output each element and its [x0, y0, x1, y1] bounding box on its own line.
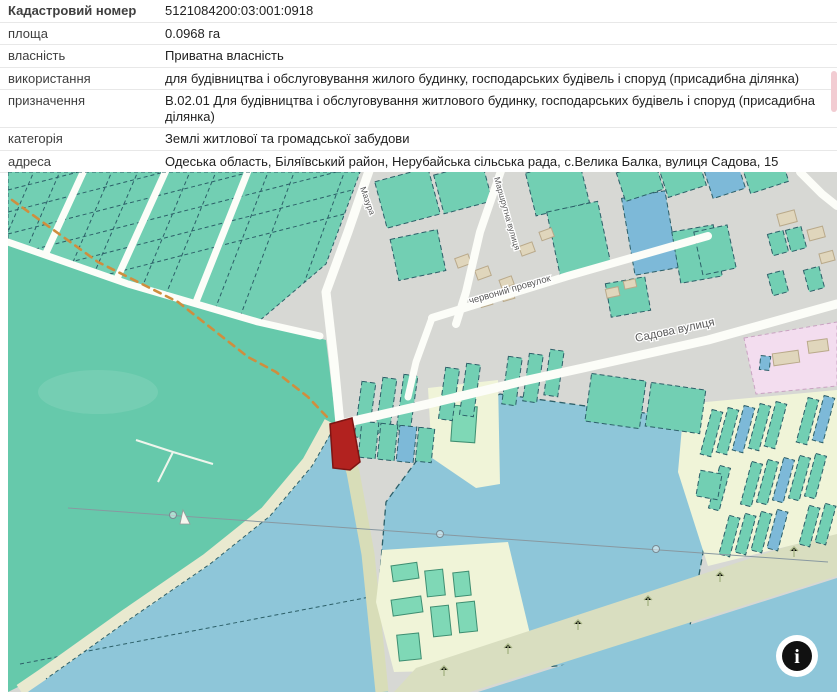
- row-value: 5121084200:03:001:0918: [165, 3, 314, 18]
- row-label: Кадастровий номер: [8, 3, 137, 18]
- table-row: використання для будівництва і обслугову…: [0, 68, 837, 90]
- cadastral-page: Кадастровий номер 5121084200:03:001:0918…: [0, 0, 837, 700]
- row-value: для будівництва і обслуговування жилого …: [165, 70, 800, 86]
- cadastral-map[interactable]: Мазура Маршрутна вулиця червоний провуло…: [8, 172, 837, 692]
- info-button[interactable]: i: [776, 635, 818, 677]
- row-value: Одеська область, Біляївський район, Неру…: [165, 153, 779, 169]
- row-label: категорія: [8, 131, 63, 146]
- parcels-east-of-selected: [357, 420, 436, 464]
- park-clearing: [38, 370, 158, 414]
- info-icon: i: [794, 646, 800, 668]
- row-value: Приватна власність: [165, 48, 284, 63]
- scrollbar-thumb[interactable]: [831, 71, 837, 112]
- row-value: В.02.01 Для будівництва і обслуговування…: [165, 93, 816, 124]
- map-canvas[interactable]: Мазура Маршрутна вулиця червоний провуло…: [8, 172, 837, 692]
- table-row: категорія Землі житлової та громадської …: [0, 128, 837, 151]
- table-row: призначення В.02.01 Для будівництва і об…: [0, 90, 837, 128]
- row-label: адреса: [8, 153, 52, 169]
- parcel-info-table: Кадастровий номер 5121084200:03:001:0918…: [0, 0, 837, 173]
- row-label: площа: [8, 25, 48, 41]
- table-row: Кадастровий номер 5121084200:03:001:0918: [0, 0, 837, 23]
- row-label: використання: [8, 70, 91, 86]
- table-row: площа 0.0968 га: [0, 23, 837, 45]
- table-row: адреса Одеська область, Біляївський райо…: [0, 151, 837, 173]
- table-row: власність Приватна власність: [0, 45, 837, 68]
- row-value: 0.0968 га: [165, 25, 221, 41]
- row-label: власність: [8, 48, 66, 63]
- row-value: Землі житлової та громадської забудови: [165, 131, 410, 146]
- row-label: призначення: [8, 93, 86, 108]
